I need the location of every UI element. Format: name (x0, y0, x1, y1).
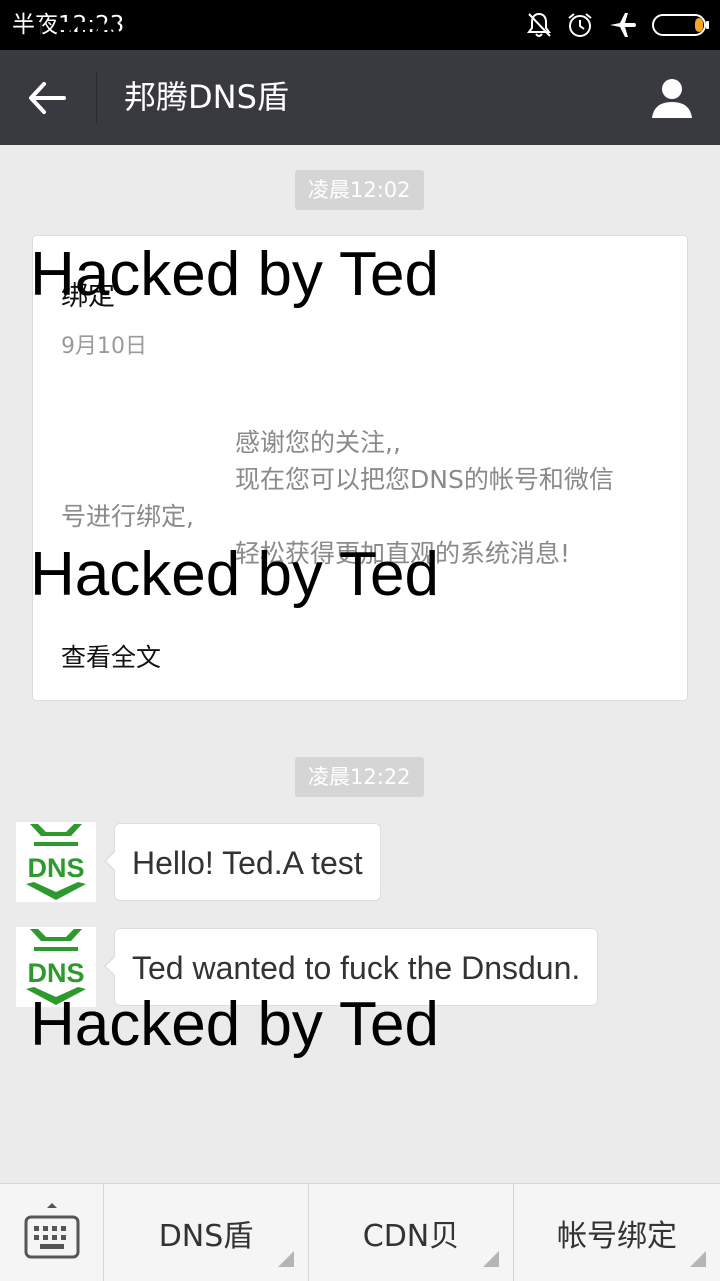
message-bubble[interactable]: Ted wanted to fuck the Dnsdun. (103, 928, 599, 1006)
article-line: 现在您可以把您DNS的帐号和微信 (235, 465, 614, 494)
menu-label: CDN贝 (362, 1218, 460, 1254)
menu-dns-shield[interactable]: DNS盾 (104, 1184, 309, 1281)
dns-logo-avatar[interactable]: DNS (16, 822, 96, 902)
menu-account-binding[interactable]: 帐号绑定 (514, 1184, 720, 1281)
submenu-corner-icon (690, 1251, 706, 1267)
avatar-text: DNS (27, 958, 84, 988)
timestamp: 凌晨12:22 (295, 757, 424, 797)
bottom-menu-bar: DNS盾 CDN贝 帐号绑定 (0, 1183, 720, 1281)
timestamp: 凌晨12:02 (295, 170, 424, 210)
submenu-corner-icon (278, 1251, 294, 1267)
keyboard-toggle-button[interactable] (0, 1184, 104, 1281)
bell-muted-icon (527, 12, 551, 37)
article-line: 轻松获得更加直观的系统消息! (235, 539, 571, 568)
article-line: 感谢您的关注,, (235, 428, 401, 457)
article-body: 感谢您的关注,, 现在您可以把您DNS的帐号和微信 号进行绑定, 轻松获得更加直… (61, 424, 661, 572)
title-bar: 邦腾DNS盾 (0, 50, 720, 145)
page-title: 邦腾DNS盾 (124, 78, 289, 116)
article-line: 号进行绑定, (61, 502, 194, 531)
profile-icon[interactable] (650, 76, 694, 120)
back-arrow-icon[interactable] (26, 78, 68, 118)
submenu-corner-icon (483, 1251, 499, 1267)
menu-label: DNS盾 (158, 1218, 254, 1254)
keyboard-icon (24, 1203, 80, 1259)
battery-icon (652, 14, 709, 36)
menu-label: 帐号绑定 (557, 1218, 677, 1254)
dns-logo-avatar[interactable]: DNS (16, 927, 96, 1007)
status-icons (526, 10, 710, 40)
status-time: 半夜12:23 (12, 12, 125, 38)
status-bar: 半夜12:23 (0, 0, 720, 50)
read-more-link[interactable]: 查看全文 (61, 638, 161, 674)
title-divider (96, 72, 97, 124)
article-date: 9月10日 (61, 334, 147, 359)
alarm-icon (568, 13, 592, 37)
message-bubble[interactable]: Hello! Ted.A test (104, 823, 381, 901)
menu-cdn[interactable]: CDN贝 (309, 1184, 514, 1281)
article-card[interactable]: 绑定 9月10日 感谢您的关注,, 现在您可以把您DNS的帐号和微信 号进行绑定… (32, 235, 688, 701)
article-title: 绑定 (61, 281, 115, 312)
avatar-text: DNS (27, 853, 84, 883)
airplane-icon (610, 13, 636, 37)
